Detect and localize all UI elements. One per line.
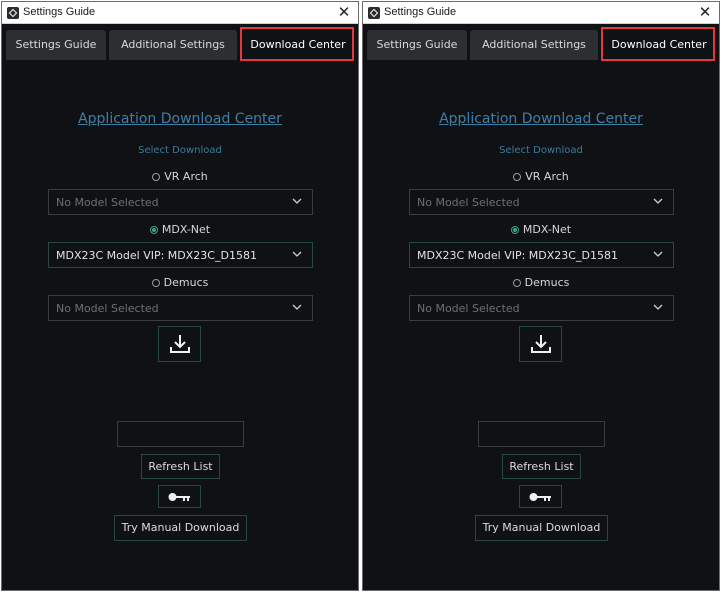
radio-dot-selected: [149, 226, 158, 234]
key-icon: [168, 493, 190, 501]
download-icon: [170, 335, 190, 353]
tab-download-center[interactable]: Download Center: [242, 30, 354, 60]
window-title: Settings Guide: [384, 6, 457, 18]
radio-dot-selected: [510, 226, 519, 234]
radio-label: VR Arch: [525, 170, 569, 183]
refresh-list-button[interactable]: Refresh List: [141, 454, 220, 479]
radio-mdx-net[interactable]: MDX-Net: [2, 223, 358, 236]
mdx-net-model-select[interactable]: MDX23C Model VIP: MDX23C_D1581: [48, 242, 313, 268]
refresh-list-button[interactable]: Refresh List: [502, 454, 581, 479]
chevron-down-icon: [292, 198, 302, 204]
radio-vr-arch[interactable]: VR Arch: [363, 170, 719, 183]
close-button[interactable]: ✕: [697, 4, 713, 21]
vr-arch-model-select[interactable]: No Model Selected: [409, 189, 674, 215]
key-icon: [529, 493, 551, 501]
radio-label: Demucs: [524, 276, 570, 289]
settings-window-right: Settings Guide ✕ Settings Guide Addition…: [362, 1, 720, 591]
title-bar: Settings Guide ✕: [363, 2, 719, 24]
chevron-down-icon: [292, 251, 302, 257]
download-status-field: [117, 421, 244, 447]
radio-label: VR Arch: [164, 170, 208, 183]
radio-demucs[interactable]: Demucs: [363, 276, 719, 289]
vr-arch-model-select[interactable]: No Model Selected: [48, 189, 313, 215]
app-icon: [368, 7, 380, 19]
radio-vr-arch[interactable]: VR Arch: [2, 170, 358, 183]
select-value: No Model Selected: [56, 302, 159, 315]
title-bar: Settings Guide ✕: [2, 2, 358, 24]
chevron-down-icon: [292, 304, 302, 310]
key-button[interactable]: [519, 485, 562, 508]
download-icon: [531, 335, 551, 353]
radio-label: MDX-Net: [161, 223, 211, 236]
chevron-down-icon: [653, 198, 663, 204]
settings-window-left: Settings Guide ✕ Settings Guide Addition…: [1, 1, 359, 591]
demucs-model-select[interactable]: No Model Selected: [48, 295, 313, 321]
tab-additional-settings[interactable]: Additional Settings: [470, 30, 598, 60]
select-value: No Model Selected: [56, 196, 159, 209]
chevron-down-icon: [653, 251, 663, 257]
mdx-net-model-select[interactable]: MDX23C Model VIP: MDX23C_D1581: [409, 242, 674, 268]
radio-label: MDX-Net: [522, 223, 572, 236]
radio-demucs[interactable]: Demucs: [2, 276, 358, 289]
radio-dot: [152, 173, 161, 181]
tab-settings-guide[interactable]: Settings Guide: [6, 30, 106, 60]
download-center-heading[interactable]: Application Download Center: [363, 111, 719, 127]
key-button[interactable]: [158, 485, 201, 508]
select-value: MDX23C Model VIP: MDX23C_D1581: [417, 249, 618, 262]
app-icon: [7, 7, 19, 19]
window-title: Settings Guide: [23, 6, 96, 18]
download-status-field: [478, 421, 605, 447]
tab-bar: Settings Guide Additional Settings Downl…: [2, 24, 358, 64]
radio-dot: [513, 173, 522, 181]
radio-dot: [151, 279, 160, 287]
select-value: No Model Selected: [417, 302, 520, 315]
tab-download-center[interactable]: Download Center: [603, 30, 715, 60]
tab-settings-guide[interactable]: Settings Guide: [367, 30, 467, 60]
try-manual-download-button[interactable]: Try Manual Download: [475, 515, 608, 541]
select-value: No Model Selected: [417, 196, 520, 209]
select-value: MDX23C Model VIP: MDX23C_D1581: [56, 249, 257, 262]
tab-bar: Settings Guide Additional Settings Downl…: [363, 24, 719, 64]
download-button[interactable]: [158, 326, 201, 362]
close-button[interactable]: ✕: [336, 4, 352, 21]
radio-mdx-net[interactable]: MDX-Net: [363, 223, 719, 236]
tab-additional-settings[interactable]: Additional Settings: [109, 30, 237, 60]
select-download-label: Select Download: [138, 145, 222, 156]
download-center-heading[interactable]: Application Download Center: [2, 111, 358, 127]
download-button[interactable]: [519, 326, 562, 362]
radio-dot: [512, 279, 521, 287]
chevron-down-icon: [653, 304, 663, 310]
radio-label: Demucs: [163, 276, 209, 289]
demucs-model-select[interactable]: No Model Selected: [409, 295, 674, 321]
select-download-label: Select Download: [499, 145, 583, 156]
try-manual-download-button[interactable]: Try Manual Download: [114, 515, 247, 541]
